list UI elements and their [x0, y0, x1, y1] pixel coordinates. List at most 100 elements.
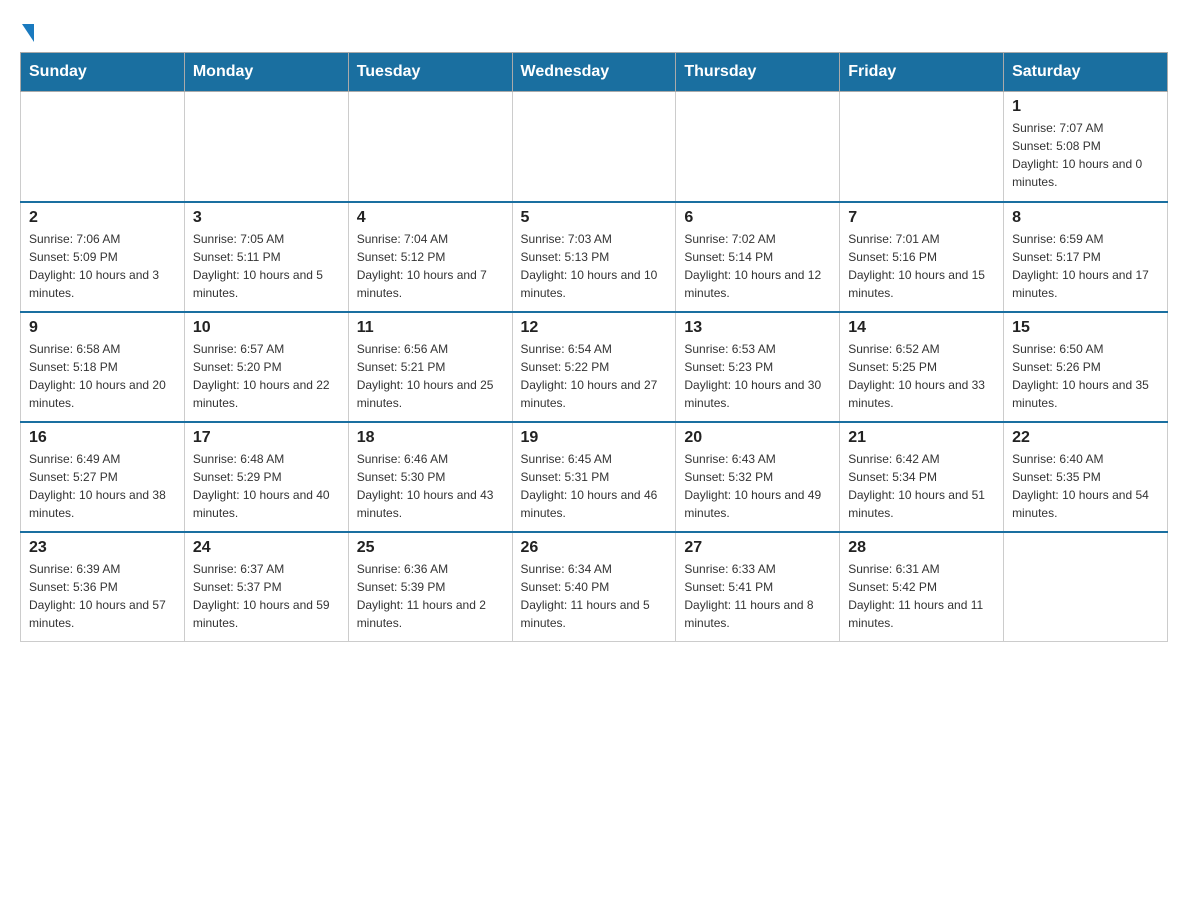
day-number: 3	[193, 209, 340, 227]
day-number: 24	[193, 539, 340, 557]
calendar-empty-day	[512, 92, 676, 202]
day-info: Sunrise: 7:01 AM Sunset: 5:16 PM Dayligh…	[848, 230, 995, 302]
calendar-day: 16 Sunrise: 6:49 AM Sunset: 5:27 PM Dayli…	[21, 422, 185, 532]
day-number: 13	[684, 319, 831, 337]
day-number: 15	[1012, 319, 1159, 337]
calendar-day: 27Sunrise: 6:33 AM Sunset: 5:41 PM Dayli…	[676, 532, 840, 642]
day-number: 1	[1012, 98, 1159, 116]
calendar-day: 5 Sunrise: 7:03 AM Sunset: 5:13 PM Daylig…	[512, 202, 676, 312]
day-info: Sunrise: 6:36 AM Sunset: 5:39 PM Dayligh…	[357, 560, 504, 632]
calendar-day: 25 Sunrise: 6:36 AM Sunset: 5:39 PM Dayli…	[348, 532, 512, 642]
day-number: 17	[193, 429, 340, 447]
calendar-day: 10 Sunrise: 6:57 AM Sunset: 5:20 PM Dayli…	[184, 312, 348, 422]
day-of-week-header: Friday	[840, 53, 1004, 92]
day-number: 10	[193, 319, 340, 337]
day-number: 23	[29, 539, 176, 557]
calendar-day: 28 Sunrise: 6:31 AM Sunset: 5:42 PM Dayli…	[840, 532, 1004, 642]
day-number: 25	[357, 539, 504, 557]
calendar-table: SundayMondayTuesdayWednesdayThursdayFrid…	[20, 52, 1168, 642]
day-info: Sunrise: 6:53 AM Sunset: 5:23 PM Dayligh…	[684, 340, 831, 412]
day-number: 20	[684, 429, 831, 447]
calendar-week-row: 16 Sunrise: 6:49 AM Sunset: 5:27 PM Dayli…	[21, 422, 1168, 532]
day-info: Sunrise: 6:33 AM Sunset: 5:41 PM Dayligh…	[684, 560, 831, 632]
day-of-week-header: Monday	[184, 53, 348, 92]
calendar-day: 14 Sunrise: 6:52 AM Sunset: 5:25 PM Dayli…	[840, 312, 1004, 422]
day-info: Sunrise: 6:34 AM Sunset: 5:40 PM Dayligh…	[521, 560, 668, 632]
calendar-day: 22 Sunrise: 6:40 AM Sunset: 5:35 PM Dayli…	[1004, 422, 1168, 532]
day-number: 26	[521, 539, 668, 557]
day-number: 16	[29, 429, 176, 447]
logo-arrow-icon	[22, 24, 34, 42]
calendar-day: 3 Sunrise: 7:05 AM Sunset: 5:11 PM Daylig…	[184, 202, 348, 312]
calendar-day: 1 Sunrise: 7:07 AM Sunset: 5:08 PM Daylig…	[1004, 92, 1168, 202]
day-number: 11	[357, 319, 504, 337]
day-info: Sunrise: 6:39 AM Sunset: 5:36 PM Dayligh…	[29, 560, 176, 632]
day-number: 12	[521, 319, 668, 337]
day-info: Sunrise: 6:54 AM Sunset: 5:22 PM Dayligh…	[521, 340, 668, 412]
calendar-day: 9 Sunrise: 6:58 AM Sunset: 5:18 PM Daylig…	[21, 312, 185, 422]
day-info: Sunrise: 6:43 AM Sunset: 5:32 PM Dayligh…	[684, 450, 831, 522]
day-number: 22	[1012, 429, 1159, 447]
day-info: Sunrise: 7:07 AM Sunset: 5:08 PM Dayligh…	[1012, 119, 1159, 191]
calendar-day: 6 Sunrise: 7:02 AM Sunset: 5:14 PM Daylig…	[676, 202, 840, 312]
day-info: Sunrise: 6:57 AM Sunset: 5:20 PM Dayligh…	[193, 340, 340, 412]
day-info: Sunrise: 6:48 AM Sunset: 5:29 PM Dayligh…	[193, 450, 340, 522]
day-info: Sunrise: 6:52 AM Sunset: 5:25 PM Dayligh…	[848, 340, 995, 412]
calendar-header-row: SundayMondayTuesdayWednesdayThursdayFrid…	[21, 53, 1168, 92]
day-info: Sunrise: 7:04 AM Sunset: 5:12 PM Dayligh…	[357, 230, 504, 302]
calendar-day: 2 Sunrise: 7:06 AM Sunset: 5:09 PM Daylig…	[21, 202, 185, 312]
day-number: 6	[684, 209, 831, 227]
calendar-week-row: 2 Sunrise: 7:06 AM Sunset: 5:09 PM Daylig…	[21, 202, 1168, 312]
day-info: Sunrise: 6:49 AM Sunset: 5:27 PM Dayligh…	[29, 450, 176, 522]
calendar-day: 26 Sunrise: 6:34 AM Sunset: 5:40 PM Dayli…	[512, 532, 676, 642]
calendar-empty-day	[184, 92, 348, 202]
day-of-week-header: Saturday	[1004, 53, 1168, 92]
calendar-day: 8Sunrise: 6:59 AM Sunset: 5:17 PM Daylig…	[1004, 202, 1168, 312]
day-info: Sunrise: 7:06 AM Sunset: 5:09 PM Dayligh…	[29, 230, 176, 302]
day-number: 14	[848, 319, 995, 337]
day-number: 28	[848, 539, 995, 557]
day-of-week-header: Sunday	[21, 53, 185, 92]
day-info: Sunrise: 7:05 AM Sunset: 5:11 PM Dayligh…	[193, 230, 340, 302]
day-number: 7	[848, 209, 995, 227]
day-info: Sunrise: 6:58 AM Sunset: 5:18 PM Dayligh…	[29, 340, 176, 412]
calendar-empty-day	[676, 92, 840, 202]
calendar-day: 24 Sunrise: 6:37 AM Sunset: 5:37 PM Dayli…	[184, 532, 348, 642]
calendar-week-row: 1 Sunrise: 7:07 AM Sunset: 5:08 PM Daylig…	[21, 92, 1168, 202]
calendar-day: 20 Sunrise: 6:43 AM Sunset: 5:32 PM Dayli…	[676, 422, 840, 532]
calendar-day: 13 Sunrise: 6:53 AM Sunset: 5:23 PM Dayli…	[676, 312, 840, 422]
day-number: 9	[29, 319, 176, 337]
calendar-day: 12 Sunrise: 6:54 AM Sunset: 5:22 PM Dayli…	[512, 312, 676, 422]
calendar-day: 19Sunrise: 6:45 AM Sunset: 5:31 PM Dayli…	[512, 422, 676, 532]
calendar-day: 11 Sunrise: 6:56 AM Sunset: 5:21 PM Dayli…	[348, 312, 512, 422]
day-info: Sunrise: 6:59 AM Sunset: 5:17 PM Dayligh…	[1012, 230, 1159, 302]
calendar-empty-day	[1004, 532, 1168, 642]
day-info: Sunrise: 7:02 AM Sunset: 5:14 PM Dayligh…	[684, 230, 831, 302]
day-info: Sunrise: 6:46 AM Sunset: 5:30 PM Dayligh…	[357, 450, 504, 522]
day-info: Sunrise: 7:03 AM Sunset: 5:13 PM Dayligh…	[521, 230, 668, 302]
calendar-day: 17 Sunrise: 6:48 AM Sunset: 5:29 PM Dayli…	[184, 422, 348, 532]
day-info: Sunrise: 6:31 AM Sunset: 5:42 PM Dayligh…	[848, 560, 995, 632]
calendar-week-row: 9 Sunrise: 6:58 AM Sunset: 5:18 PM Daylig…	[21, 312, 1168, 422]
calendar-day: 18 Sunrise: 6:46 AM Sunset: 5:30 PM Dayli…	[348, 422, 512, 532]
calendar-day: 15Sunrise: 6:50 AM Sunset: 5:26 PM Dayli…	[1004, 312, 1168, 422]
day-number: 4	[357, 209, 504, 227]
day-of-week-header: Tuesday	[348, 53, 512, 92]
calendar-empty-day	[348, 92, 512, 202]
day-number: 19	[521, 429, 668, 447]
calendar-day: 7 Sunrise: 7:01 AM Sunset: 5:16 PM Daylig…	[840, 202, 1004, 312]
day-number: 2	[29, 209, 176, 227]
day-info: Sunrise: 6:37 AM Sunset: 5:37 PM Dayligh…	[193, 560, 340, 632]
day-number: 18	[357, 429, 504, 447]
day-info: Sunrise: 6:56 AM Sunset: 5:21 PM Dayligh…	[357, 340, 504, 412]
day-of-week-header: Wednesday	[512, 53, 676, 92]
calendar-day: 4 Sunrise: 7:04 AM Sunset: 5:12 PM Daylig…	[348, 202, 512, 312]
logo	[20, 20, 34, 42]
day-of-week-header: Thursday	[676, 53, 840, 92]
calendar-day: 21Sunrise: 6:42 AM Sunset: 5:34 PM Dayli…	[840, 422, 1004, 532]
day-number: 5	[521, 209, 668, 227]
day-info: Sunrise: 6:40 AM Sunset: 5:35 PM Dayligh…	[1012, 450, 1159, 522]
calendar-week-row: 23 Sunrise: 6:39 AM Sunset: 5:36 PM Dayli…	[21, 532, 1168, 642]
page-header	[20, 20, 1168, 42]
calendar-empty-day	[21, 92, 185, 202]
